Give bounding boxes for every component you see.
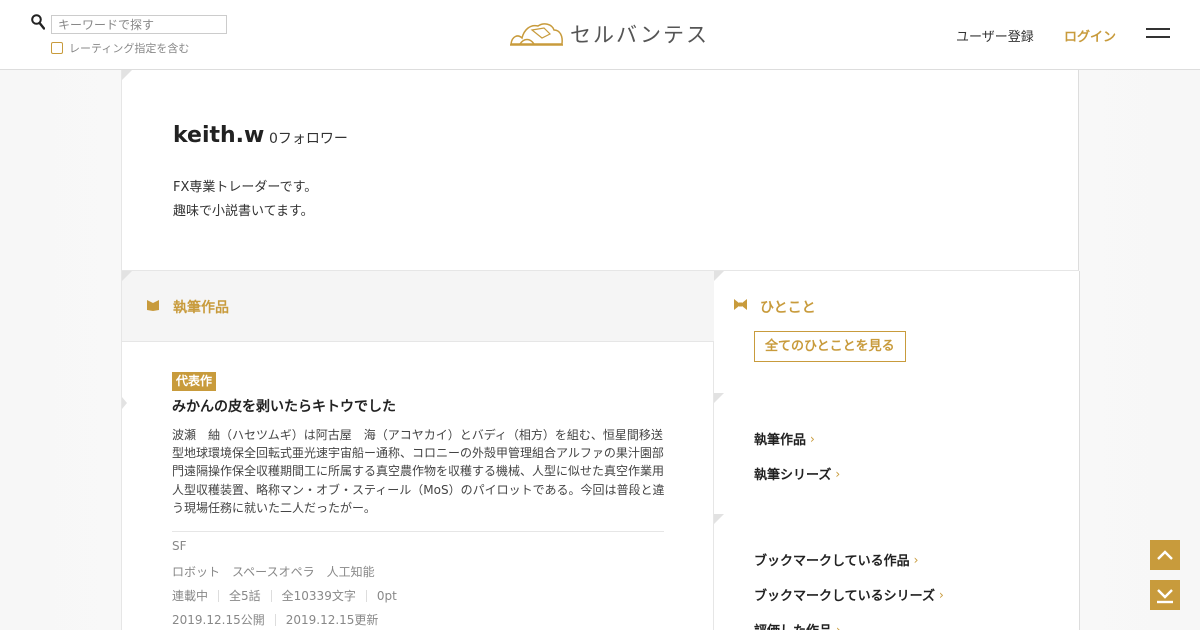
chevron-right-icon: › (810, 431, 815, 446)
profile-card: keith.w 0フォロワー FX専業トレーダーです。 趣味で小説書いてます。 (121, 70, 1079, 271)
corner-decoration (122, 271, 132, 281)
link-label: 執筆シリーズ (754, 468, 832, 483)
corner-decoration (714, 514, 724, 524)
genre-row: SF (172, 539, 187, 553)
stats-row: 連載中 全5話 全10339文字 0pt (172, 587, 397, 604)
scroll-bottom-button[interactable] (1150, 580, 1180, 610)
login-link[interactable]: ログイン (1064, 26, 1116, 45)
chevron-down-bottom-icon (1157, 589, 1173, 604)
rated-works-link[interactable]: 評価した作品 › (754, 620, 841, 630)
genre-link[interactable]: SF (172, 539, 187, 553)
menu-icon[interactable] (1146, 28, 1170, 40)
chevron-right-icon: › (835, 466, 841, 481)
corner-decoration (122, 70, 132, 80)
logo-text: セルバンテス (570, 23, 710, 47)
link-label: 執筆作品 (754, 433, 807, 448)
chevron-right-icon: › (836, 622, 841, 630)
chevron-right-icon: › (913, 552, 919, 567)
divider (172, 531, 664, 532)
link-label: ブックマークしている作品 (754, 554, 910, 569)
scroll-top-button[interactable] (1150, 540, 1180, 570)
episode-count: 全5話 (229, 589, 261, 603)
bowtie-icon (734, 299, 747, 310)
chevron-right-icon: › (938, 587, 944, 602)
register-link[interactable]: ユーザー登録 (956, 26, 1034, 45)
published-date: 2019.12.15公開 (172, 613, 265, 627)
tags-row: ロボット スペースオペラ 人工知能 (172, 563, 375, 580)
all-hitokoto-button[interactable]: 全てのひとことを見る (754, 331, 906, 362)
search-icon[interactable] (31, 14, 45, 30)
status-label: 連載中 (172, 589, 209, 603)
hitokoto-card: ひとこと 全てのひとことを見る (714, 271, 1080, 394)
book-icon (147, 300, 159, 311)
work-title[interactable]: みかんの皮を剥いたらキトウでした (172, 396, 396, 416)
bio-line: FX専業トレーダーです。 (173, 180, 318, 195)
series-link[interactable]: 執筆シリーズ › (754, 464, 841, 484)
author-links-card: 執筆作品 › 執筆シリーズ › (714, 393, 1080, 515)
site-logo[interactable]: セルバンテス (508, 16, 709, 52)
updated-date: 2019.12.15更新 (285, 613, 379, 627)
works-header: 執筆作品 (122, 271, 714, 342)
bookmarked-series-link[interactable]: ブックマークしているシリーズ › (754, 585, 944, 605)
header: レーティング指定を含む セルバンテス ユーザー登録 ログイン (0, 0, 1200, 70)
works-section: 執筆作品 代表作 みかんの皮を剥いたらキトウでした 波瀬 紬（ハセツムギ）は阿古… (121, 271, 714, 630)
link-label: ブックマークしているシリーズ (754, 589, 935, 604)
logo-icon (510, 23, 563, 46)
rating-checkbox[interactable] (51, 42, 63, 54)
works-link[interactable]: 執筆作品 › (754, 429, 815, 449)
tag-link[interactable]: ロボット (172, 563, 220, 580)
link-label: 評価した作品 (754, 620, 832, 630)
follower-count[interactable]: 0フォロワー (269, 128, 348, 148)
bookmark-links-card: ブックマークしている作品 › ブックマークしているシリーズ › 評価した作品 › (714, 514, 1080, 630)
chevron-up-icon (1157, 550, 1173, 560)
corner-decoration (714, 271, 724, 281)
hitokoto-title: ひとこと (760, 300, 816, 316)
bio-line: 趣味で小説書いてます。 (173, 204, 314, 219)
tag-link[interactable]: 人工知能 (327, 563, 375, 580)
char-count: 全10339文字 (281, 589, 356, 603)
profile-name: keith.w (173, 123, 265, 148)
bookmarked-works-link[interactable]: ブックマークしている作品 › (754, 550, 919, 570)
search-input[interactable] (51, 15, 227, 34)
works-title: 執筆作品 (173, 300, 229, 316)
tag-link[interactable]: スペースオペラ (232, 563, 315, 580)
work-description: 波瀬 紬（ハセツムギ）は阿古屋 海（アコヤカイ）とバディ（相方）を組む、恒星間移… (172, 428, 665, 515)
rating-label: レーティング指定を含む (69, 42, 190, 55)
corner-decoration (714, 393, 724, 403)
item-marker (122, 397, 127, 409)
featured-badge: 代表作 (172, 372, 217, 391)
points-value: 0pt (376, 588, 397, 603)
dates-row: 2019.12.15公開 2019.12.15更新 (172, 611, 378, 628)
rating-option[interactable]: レーティング指定を含む (51, 40, 189, 56)
